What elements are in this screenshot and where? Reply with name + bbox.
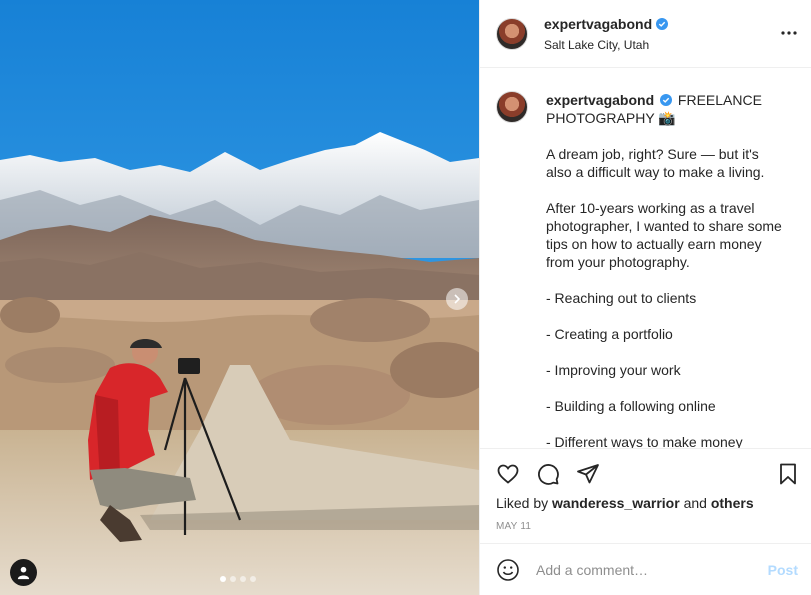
bookmark-icon[interactable] [776,462,800,486]
caption-row: expertvagabond FREELANCE PHOTOGRAPHY 📸 A… [496,91,796,448]
caption-text: expertvagabond FREELANCE PHOTOGRAPHY 📸 A… [546,91,786,448]
avatar[interactable] [496,17,528,50]
caption-paragraph: A dream job, right? Sure — but it's also… [546,146,765,180]
caption-avatar[interactable] [496,91,528,123]
carousel-dot [250,576,256,582]
caption-paragraph: - Reaching out to clients [546,290,697,306]
caption-paragraph: - Creating a portfolio [546,326,673,342]
caption-paragraph: After 10-years working as a travel photo… [546,200,782,270]
verified-badge-icon [660,94,673,106]
caption-username[interactable]: expertvagabond [546,92,654,108]
carousel-indicator [220,576,256,582]
user-tag-icon [17,566,30,580]
more-options-icon[interactable] [781,25,797,41]
caption-paragraph: - Improving your work [546,362,681,378]
author-username[interactable]: expertvagabond [544,16,652,32]
tagged-users-button[interactable] [10,559,37,586]
heart-icon[interactable] [496,462,520,486]
liked-by-user[interactable]: wanderess_warrior [552,495,680,511]
next-slide-button[interactable] [446,288,468,310]
carousel-dot [240,576,246,582]
post-date[interactable]: MAY 11 [496,521,531,532]
add-comment-bar: Post [480,543,811,595]
post-header: expertvagabond Salt Lake City, Utah [480,0,811,68]
caption-paragraph: - Building a following online [546,398,716,414]
likes-summary: Liked by wanderess_warrior and others [496,495,754,511]
carousel-dot [220,576,226,582]
liked-by-prefix: Liked by [496,495,549,511]
caption-paragraph: - Different ways to make money [546,434,743,448]
smiley-icon[interactable] [496,558,520,582]
verified-badge-icon [656,17,669,30]
post-actions: Liked by wanderess_warrior and others MA… [480,448,811,543]
post-location[interactable]: Salt Lake City, Utah [544,38,668,52]
comment-input[interactable] [536,561,768,578]
carousel-dot [230,576,236,582]
chevron-right-icon [454,294,461,304]
liked-by-others[interactable]: others [711,495,754,511]
caption-area[interactable]: expertvagabond FREELANCE PHOTOGRAPHY 📸 A… [480,69,811,448]
liked-by-and: and [683,495,707,511]
post-details-panel: expertvagabond Salt Lake City, Utah expe… [479,0,811,595]
post-header-text: expertvagabond Salt Lake City, Utah [544,16,669,52]
paper-plane-icon[interactable] [576,462,600,486]
post-author: expertvagabond [544,16,669,32]
desert-mountain-photo [0,0,479,595]
comment-icon[interactable] [536,462,560,486]
post-photo[interactable] [0,0,479,595]
post-comment-button[interactable]: Post [768,562,798,578]
action-icons [496,462,600,486]
